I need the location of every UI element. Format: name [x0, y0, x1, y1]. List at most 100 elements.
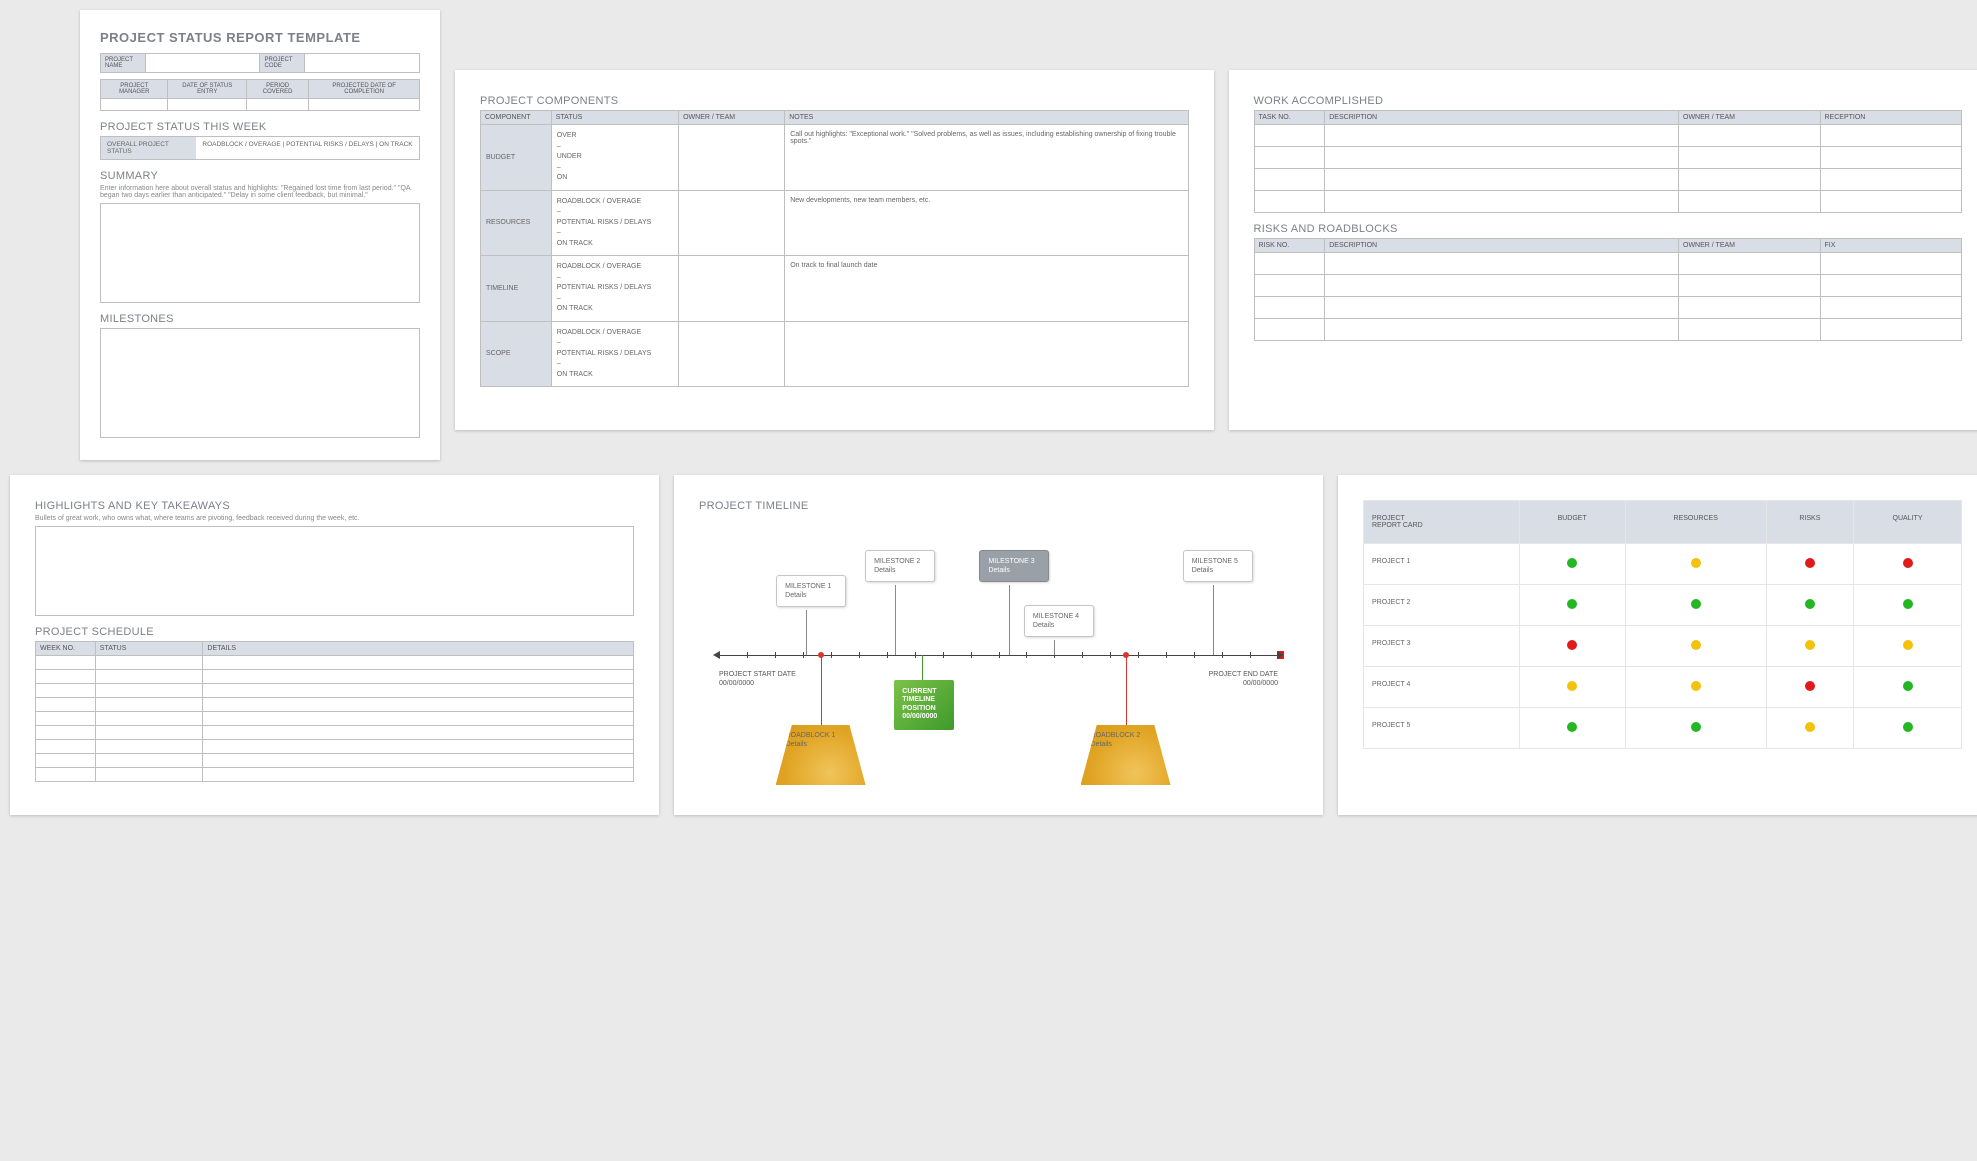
tick-mark [915, 652, 916, 658]
status-cell [1625, 667, 1766, 708]
schedule-row [36, 726, 634, 740]
component-notes: Call out highlights: "Exceptional work."… [785, 125, 1188, 191]
status-dot-icon [1691, 558, 1701, 568]
schedule-title: PROJECT SCHEDULE [35, 626, 634, 638]
status-dot-icon [1805, 722, 1815, 732]
schedule-row [36, 670, 634, 684]
milestone-connector [1054, 640, 1055, 655]
tick-mark [1110, 652, 1111, 658]
status-cell [1854, 626, 1962, 667]
scorecard-row: PROJECT 5 [1364, 708, 1962, 749]
page-timeline: PROJECT TIMELINE PROJECT START DATE00/00… [674, 475, 1323, 815]
milestone-box[interactable]: MILESTONE 3Details [979, 550, 1049, 582]
scorecard-project-name: PROJECT 5 [1364, 708, 1520, 749]
milestone-box[interactable]: MILESTONE 4Details [1024, 605, 1094, 637]
milestone-box[interactable]: MILESTONE 2Details [865, 550, 935, 582]
status-dot-icon [1903, 722, 1913, 732]
status-dot-icon [1903, 558, 1913, 568]
components-title: PROJECT COMPONENTS [480, 95, 1189, 107]
status-cell [1854, 585, 1962, 626]
summary-box[interactable] [100, 203, 420, 303]
current-position-box: CURRENT TIMELINE POSITION00/00/0000 [894, 680, 954, 730]
status-dot-icon [1805, 599, 1815, 609]
scorecard-col-budget: BUDGET [1519, 501, 1625, 544]
tick-mark [1250, 652, 1251, 658]
tick-mark [1138, 652, 1139, 658]
milestone-box[interactable]: MILESTONE 5Details [1183, 550, 1253, 582]
status-cell [1854, 708, 1962, 749]
tick-mark [1082, 652, 1083, 658]
current-connector [922, 655, 923, 680]
roadblock-box[interactable]: ROADBLOCK 2Details [1081, 725, 1171, 785]
schedule-row [36, 768, 634, 782]
scorecard-col-risks: RISKS [1766, 501, 1853, 544]
component-name: BUDGET [481, 125, 552, 191]
work-title: WORK ACCOMPLISHED [1254, 95, 1963, 107]
scorecard-table: PROJECTREPORT CARDBUDGETRESOURCESRISKSQU… [1363, 500, 1962, 749]
status-cell [1766, 544, 1853, 585]
scorecard-col-quality: QUALITY [1854, 501, 1962, 544]
status-cell [1625, 544, 1766, 585]
roadblock-box[interactable]: ROADBLOCK 1Details [776, 725, 866, 785]
component-status: OVER–UNDER–ON [551, 125, 678, 191]
component-status: ROADBLOCK / OVERAGE–POTENTIAL RISKS / DE… [551, 321, 678, 387]
milestone-box[interactable]: MILESTONE 1Details [776, 575, 846, 607]
schedule-row [36, 740, 634, 754]
component-owner[interactable] [679, 321, 785, 387]
component-owner[interactable] [679, 125, 785, 191]
tick-mark [971, 652, 972, 658]
end-label: PROJECT END DATE00/00/0000 [1209, 670, 1278, 688]
milestone-connector [1009, 585, 1010, 655]
milestone-connector [1213, 585, 1214, 655]
status-cell [1766, 667, 1853, 708]
scorecard-project-name: PROJECT 3 [1364, 626, 1520, 667]
highlights-title: HIGHLIGHTS AND KEY TAKEAWAYS [35, 500, 634, 512]
component-row: RESOURCESROADBLOCK / OVERAGE–POTENTIAL R… [481, 190, 1189, 256]
tick-mark [1026, 652, 1027, 658]
summary-title: SUMMARY [100, 170, 420, 182]
status-dot-icon [1691, 640, 1701, 650]
roadblock-connector [821, 655, 822, 725]
milestones-box[interactable] [100, 328, 420, 438]
component-notes: New developments, new team members, etc. [785, 190, 1188, 256]
status-cell [1519, 708, 1625, 749]
schedule-row [36, 684, 634, 698]
status-dot-icon [1805, 681, 1815, 691]
risks-table: RISK NO. DESCRIPTION OWNER / TEAM FIX [1254, 238, 1963, 341]
scorecard-row: PROJECT 1 [1364, 544, 1962, 585]
scorecard-row: PROJECT 4 [1364, 667, 1962, 708]
tick-mark [719, 652, 720, 658]
status-cell [1519, 544, 1625, 585]
milestone-connector [806, 610, 807, 655]
status-dot-icon [1567, 722, 1577, 732]
summary-hint: Enter information here about overall sta… [100, 185, 420, 199]
status-cell [1625, 708, 1766, 749]
page-title: PROJECT STATUS REPORT TEMPLATE [100, 30, 420, 45]
status-dot-icon [1805, 558, 1815, 568]
status-cell [1519, 585, 1625, 626]
schedule-table: WEEK NO. STATUS DETAILS [35, 641, 634, 782]
status-dot-icon [1691, 599, 1701, 609]
highlights-hint: Bullets of great work, who owns what, wh… [35, 515, 634, 522]
scorecard-corner: PROJECTREPORT CARD [1364, 501, 1520, 544]
status-cell [1519, 626, 1625, 667]
status-cell [1854, 667, 1962, 708]
tick-mark [803, 652, 804, 658]
milestone-connector [895, 585, 896, 655]
timeline-title: PROJECT TIMELINE [699, 500, 1298, 512]
component-owner[interactable] [679, 190, 785, 256]
project-meta-table: PROJECT MANAGER DATE OF STATUS ENTRY PER… [100, 79, 420, 111]
tick-mark [859, 652, 860, 658]
status-cell [1766, 708, 1853, 749]
status-dot-icon [1567, 558, 1577, 568]
tick-mark [887, 652, 888, 658]
scorecard-project-name: PROJECT 1 [1364, 544, 1520, 585]
tick-mark [1222, 652, 1223, 658]
component-owner[interactable] [679, 256, 785, 322]
status-dot-icon [1691, 722, 1701, 732]
highlights-box[interactable] [35, 526, 634, 616]
scorecard-project-name: PROJECT 4 [1364, 667, 1520, 708]
week-status-title: PROJECT STATUS THIS WEEK [100, 121, 420, 133]
roadblock-connector [1126, 655, 1127, 725]
status-dot-icon [1903, 640, 1913, 650]
